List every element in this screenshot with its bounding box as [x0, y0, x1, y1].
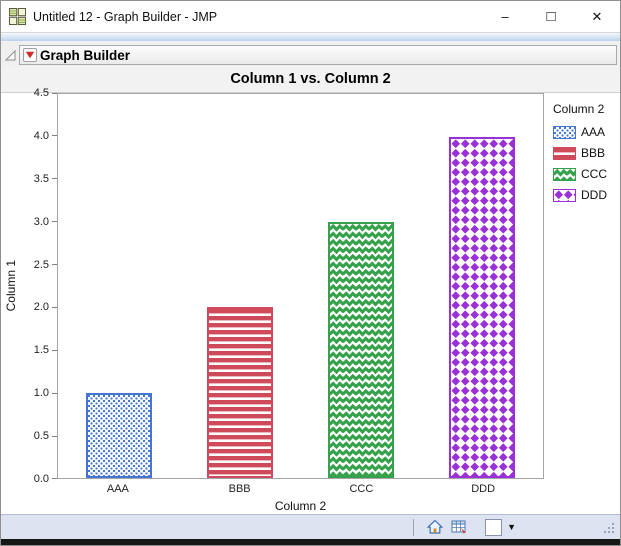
toolbar-strip: [1, 32, 620, 41]
status-separator: [413, 519, 414, 536]
window-title: Untitled 12 - Graph Builder - JMP: [33, 10, 217, 24]
data-table-icon[interactable]: [451, 519, 467, 535]
bar-aaa[interactable]: [86, 393, 152, 478]
chart-title-band: Column 1 vs. Column 2: [1, 66, 620, 93]
y-axis-label-column: Column 1: [1, 93, 21, 479]
home-icon[interactable]: [427, 519, 443, 535]
x-axis-ticks-row: AAA BBB CCC DDD: [1, 479, 620, 498]
outline-disclosure-icon[interactable]: [4, 49, 17, 62]
jmp-app-icon: [9, 8, 26, 25]
legend-swatch-zigzag-icon: [553, 168, 576, 181]
legend-swatch-dots-icon: [553, 126, 576, 139]
chart-body: Column 1 4.5 4.0 3.5 3.0 2.5 2.0 1.5 1.0…: [1, 93, 620, 479]
outline-header-row: Graph Builder: [1, 44, 620, 66]
minimize-button[interactable]: –: [482, 1, 528, 32]
chart-title[interactable]: Column 1 vs. Column 2: [230, 71, 390, 87]
window-selector-box[interactable]: [485, 519, 502, 536]
x-tick-ddd: DDD: [422, 483, 544, 495]
maximize-button[interactable]: □: [528, 1, 574, 32]
bar-ccc[interactable]: [328, 222, 394, 478]
status-bar: ▼: [1, 514, 620, 539]
outline-title: Graph Builder: [40, 48, 130, 63]
legend-swatch-stripes-icon: [553, 147, 576, 160]
bar-bbb[interactable]: [207, 307, 273, 478]
bar-ddd[interactable]: [449, 137, 515, 478]
plot-area: [57, 93, 544, 479]
jmp-window: Untitled 12 - Graph Builder - JMP – □ ✕ …: [0, 0, 621, 546]
y-axis-title[interactable]: Column 1: [4, 260, 18, 311]
x-axis-label-row: Column 2: [1, 498, 620, 514]
bottom-edge: [1, 539, 620, 545]
outline-header: Graph Builder: [19, 45, 617, 65]
title-bar: Untitled 12 - Graph Builder - JMP – □ ✕: [1, 1, 620, 32]
x-tick-bbb: BBB: [179, 483, 301, 495]
close-button[interactable]: ✕: [574, 1, 620, 32]
y-axis-ticks: 4.5 4.0 3.5 3.0 2.5 2.0 1.5 1.0 0.5 0.0: [21, 93, 57, 479]
legend-item-aaa[interactable]: AAA: [553, 125, 620, 139]
legend-swatch-diamonds-icon: [553, 189, 576, 202]
x-tick-ccc: CCC: [301, 483, 423, 495]
legend-item-ccc[interactable]: CCC: [553, 167, 620, 181]
legend-item-ddd[interactable]: DDD: [553, 188, 620, 202]
legend-item-bbb[interactable]: BBB: [553, 146, 620, 160]
x-axis-title[interactable]: Column 2: [57, 499, 544, 513]
x-tick-aaa: AAA: [57, 483, 179, 495]
red-triangle-menu-icon[interactable]: [23, 48, 37, 62]
resize-grip-icon[interactable]: [600, 519, 616, 535]
legend: Column 2 AAA BBB CCC DDD: [544, 93, 620, 479]
graph-builder-report: Column 1 vs. Column 2 Column 1 4.5 4.0 3…: [1, 66, 620, 514]
dropdown-arrow-icon[interactable]: ▼: [507, 522, 516, 532]
legend-title: Column 2: [553, 102, 620, 116]
